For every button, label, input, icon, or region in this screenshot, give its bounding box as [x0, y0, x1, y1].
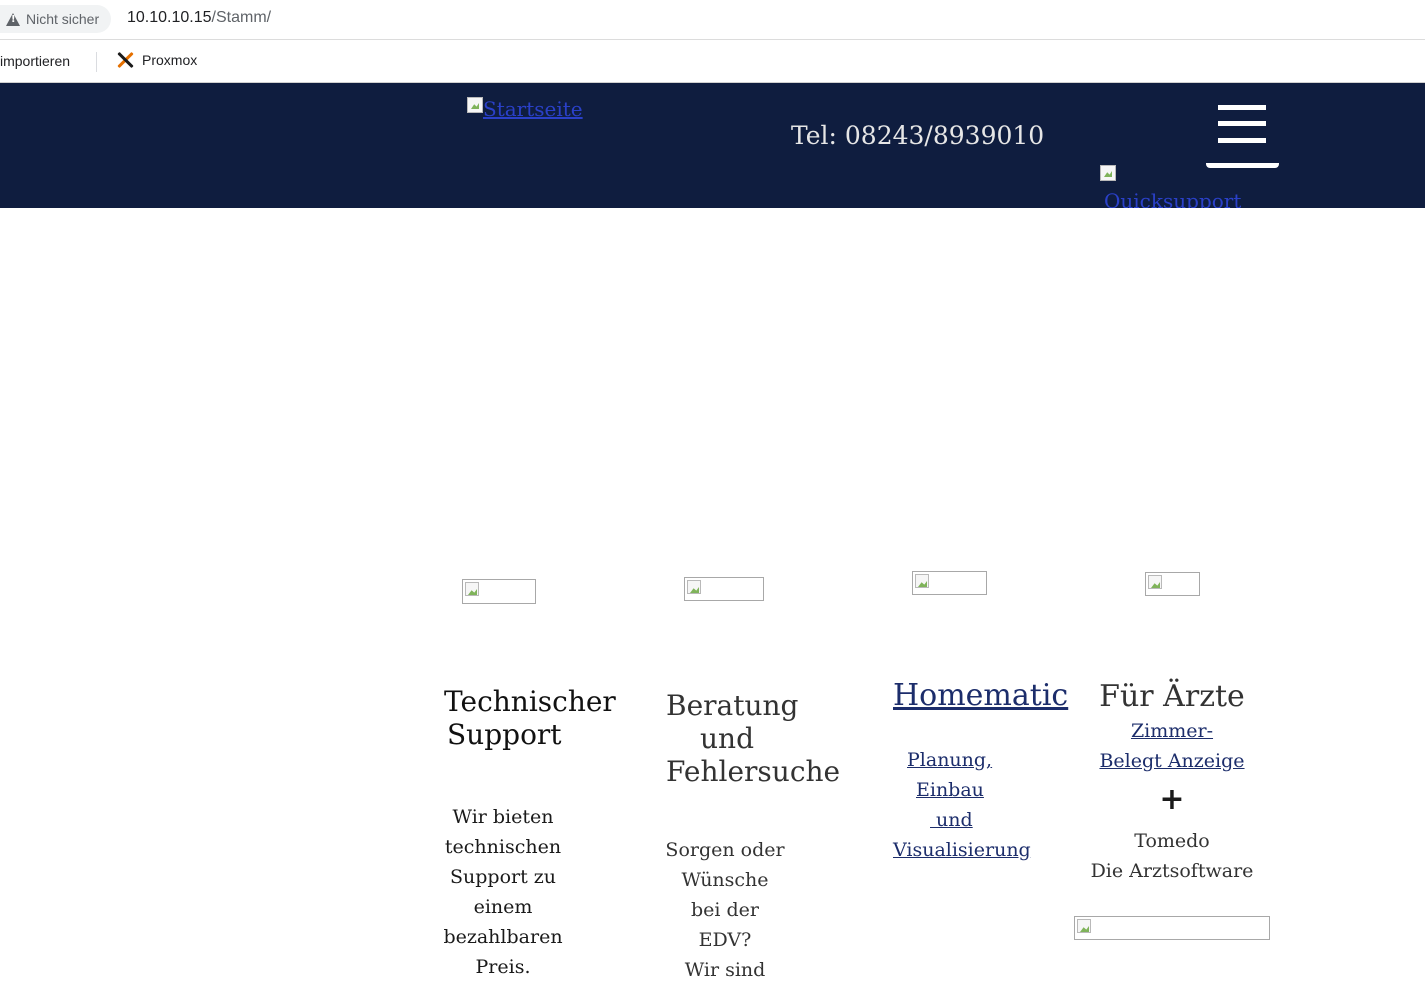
- quicksupport-link[interactable]: Quicksupport: [1100, 165, 1241, 208]
- tomedo-image: [1074, 916, 1270, 940]
- support-title: Technischer Support: [444, 685, 616, 751]
- homematic-link-einbau[interactable]: Einbau: [916, 779, 984, 801]
- proxmox-icon: [116, 51, 134, 69]
- bookmark-importieren[interactable]: importieren: [0, 53, 70, 69]
- logo-alt-text: Startseite: [483, 97, 583, 121]
- phone-number: Tel: 08243/8939010: [791, 121, 1045, 150]
- broken-image-icon: [1100, 165, 1116, 181]
- site-header: Startseite Tel: 08243/8939010 Quicksuppo…: [0, 83, 1425, 208]
- security-indicator[interactable]: Nicht sicher: [0, 5, 112, 33]
- bookmark-separator: [96, 52, 97, 72]
- plus-sign: +: [1159, 782, 1185, 817]
- url-path: /Stamm/: [211, 9, 272, 26]
- url-host: 10.10.10.15: [127, 9, 212, 26]
- homematic-link-planung[interactable]: Planung,: [907, 749, 992, 771]
- aerzte-title: Für Ärzte: [1099, 679, 1245, 714]
- homematic-link-und[interactable]: und: [930, 809, 973, 831]
- homematic-image[interactable]: [912, 571, 987, 595]
- logo-link[interactable]: Startseite: [467, 97, 583, 121]
- homematic-links: Planung, Einbau und Visualisierung: [893, 745, 1043, 865]
- tomedo-text: Tomedo Die Arztsoftware: [1090, 830, 1254, 882]
- beratung-title: Beratung und Fehlersuche: [666, 689, 841, 788]
- bookmark-proxmox[interactable]: Proxmox: [116, 51, 197, 69]
- beratung-image: [684, 577, 764, 601]
- url-field[interactable]: 10.10.10.15/Stamm/: [127, 9, 271, 27]
- homematic-title-link[interactable]: Homematic: [893, 678, 1068, 714]
- beratung-text: Sorgen oder Wünsche bei der EDV? Wir sin…: [665, 839, 785, 981]
- support-text: Wir bieten technischen Support zu einem …: [443, 806, 563, 978]
- quicksupport-alt-text: Quicksupport: [1104, 189, 1242, 208]
- support-image: [462, 579, 536, 604]
- menu-icon[interactable]: [1206, 101, 1279, 168]
- homematic-link-visualisierung[interactable]: Visualisierung: [893, 839, 1031, 861]
- broken-image-icon: [467, 97, 483, 113]
- security-label: Nicht sicher: [26, 11, 100, 27]
- zimmer-link-line1[interactable]: Zimmer-: [1131, 720, 1213, 742]
- bookmarks-bar: importieren Proxmox: [0, 40, 1425, 83]
- aerzte-link-block: Zimmer- Belegt Anzeige: [1092, 716, 1252, 776]
- bookmark-proxmox-label: Proxmox: [142, 52, 198, 68]
- browser-address-bar: Nicht sicher 10.10.10.15/Stamm/: [0, 0, 1425, 40]
- zimmer-link-line2[interactable]: Belegt Anzeige: [1099, 750, 1244, 772]
- warning-icon: [6, 12, 20, 26]
- aerzte-image: [1145, 572, 1200, 596]
